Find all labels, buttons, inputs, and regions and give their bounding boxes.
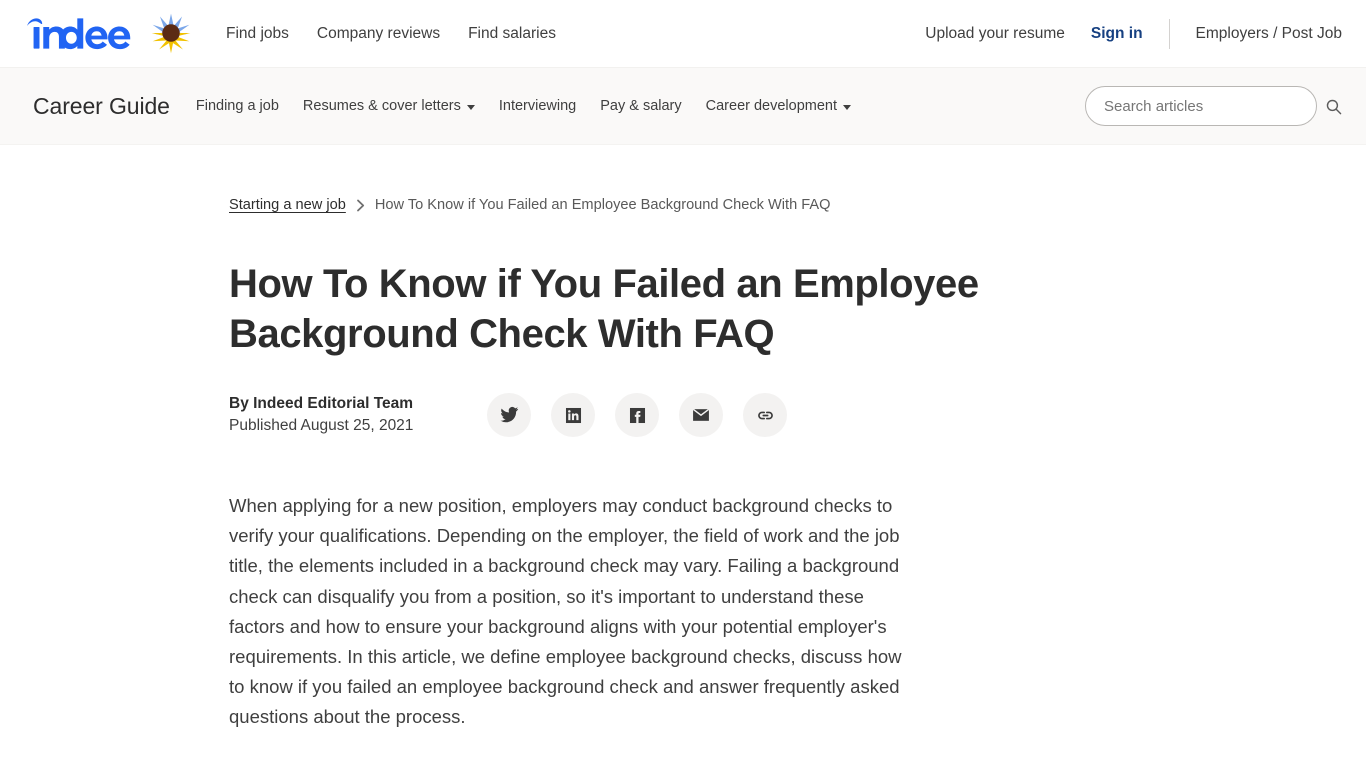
email-icon	[692, 408, 710, 421]
career-guide-navigation: Finding a job Resumes & cover letters In…	[196, 98, 852, 114]
guide-nav-finding-a-job[interactable]: Finding a job	[196, 98, 279, 114]
career-guide-title[interactable]: Career Guide	[33, 93, 170, 120]
guide-nav-pay-salary[interactable]: Pay & salary	[600, 98, 681, 114]
career-guide-bar: Career Guide Finding a job Resumes & cov…	[0, 68, 1366, 145]
breadcrumb-current: How To Know if You Failed an Employee Ba…	[374, 197, 831, 213]
sign-in-link[interactable]: Sign in	[1091, 25, 1143, 43]
nav-find-jobs[interactable]: Find jobs	[226, 25, 289, 43]
search-button[interactable]	[1325, 98, 1342, 115]
brand-group[interactable]	[26, 12, 194, 56]
twitter-icon	[500, 406, 519, 423]
article-author: By Indeed Editorial Team	[229, 395, 414, 412]
nav-company-reviews[interactable]: Company reviews	[317, 25, 440, 43]
guide-nav-label: Career development	[705, 98, 838, 114]
top-header: Find jobs Company reviews Find salaries …	[0, 0, 1366, 68]
linkedin-icon	[565, 407, 581, 423]
guide-nav-label: Interviewing	[498, 98, 577, 114]
article-body: When applying for a new position, employ…	[229, 491, 1366, 733]
breadcrumb: Starting a new job How To Know if You Fa…	[229, 197, 1366, 213]
chevron-right-icon	[356, 199, 364, 211]
link-icon	[757, 411, 773, 419]
guide-nav-label: Resumes & cover letters	[302, 98, 461, 114]
guide-nav-career-development[interactable]: Career development	[705, 98, 852, 114]
top-navigation: Find jobs Company reviews Find salaries	[226, 25, 556, 43]
share-buttons-row	[487, 393, 787, 437]
sunflower-icon	[151, 13, 191, 53]
search-input[interactable]	[1085, 86, 1317, 126]
header-right-actions: Upload your resume Sign in Employers / P…	[925, 18, 1342, 49]
guide-nav-label: Pay & salary	[600, 98, 682, 114]
article-paragraph: When applying for a new position, employ…	[229, 495, 902, 728]
breadcrumb-parent-link[interactable]: Starting a new job	[229, 197, 346, 213]
employers-post-job-link[interactable]: Employers / Post Job	[1196, 25, 1342, 43]
share-twitter-button[interactable]	[487, 393, 531, 437]
facebook-icon	[629, 407, 645, 423]
indeed-logo-link[interactable]	[26, 17, 134, 51]
article-main: Starting a new job How To Know if You Fa…	[0, 145, 1366, 733]
search-icon	[1326, 99, 1342, 114]
chevron-down-icon	[843, 104, 852, 110]
header-divider	[1168, 18, 1170, 49]
upload-resume-link[interactable]: Upload your resume	[925, 25, 1065, 43]
share-email-button[interactable]	[679, 393, 723, 437]
article-meta: By Indeed Editorial Team Published Augus…	[229, 393, 1366, 437]
byline: By Indeed Editorial Team Published Augus…	[229, 395, 487, 435]
guide-nav-resumes-cover-letters[interactable]: Resumes & cover letters	[303, 98, 475, 114]
page-title: How To Know if You Failed an Employee Ba…	[229, 262, 979, 356]
guide-nav-interviewing[interactable]: Interviewing	[499, 98, 576, 114]
share-facebook-button[interactable]	[615, 393, 659, 437]
indeed-wordmark-icon	[27, 17, 131, 49]
chevron-down-icon	[466, 104, 475, 110]
share-link-button[interactable]	[743, 393, 787, 437]
guide-nav-label: Finding a job	[195, 98, 279, 114]
article-published-date: Published August 25, 2021	[229, 417, 414, 434]
search-area	[1085, 86, 1342, 126]
share-linkedin-button[interactable]	[551, 393, 595, 437]
nav-find-salaries[interactable]: Find salaries	[468, 25, 556, 43]
